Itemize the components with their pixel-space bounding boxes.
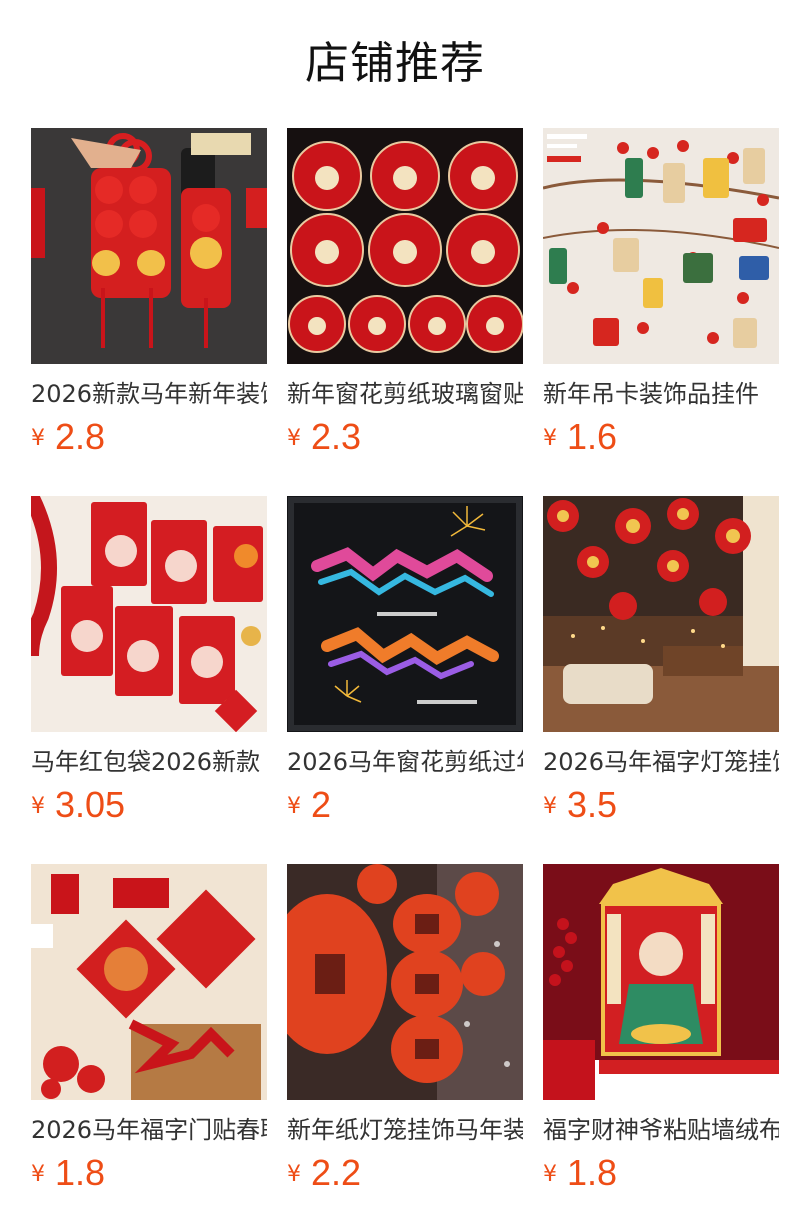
window-flower-stickers-photo bbox=[287, 128, 523, 364]
currency-symbol: ¥ bbox=[31, 794, 45, 819]
hanging-fu-ornament-photo bbox=[31, 128, 267, 364]
product-price: ¥2.2 bbox=[287, 1153, 361, 1193]
product-card[interactable]: 2026新款马年新年装饰挂件 ¥2.8 bbox=[31, 128, 267, 468]
product-card[interactable]: 2026马年福字灯笼挂饰 ¥3.5 bbox=[543, 496, 779, 836]
product-name[interactable]: 福字财神爷粘贴墙绒布 bbox=[543, 1114, 779, 1146]
fu-door-stickers-photo bbox=[31, 864, 267, 1100]
product-name[interactable]: 新年纸灯笼挂饰马年装饰 bbox=[287, 1114, 523, 1146]
paper-lanterns-photo bbox=[287, 864, 523, 1100]
product-image[interactable] bbox=[287, 864, 523, 1100]
product-name[interactable]: 马年红包袋2026新款 bbox=[31, 746, 267, 778]
product-image[interactable] bbox=[31, 496, 267, 732]
window-lettering-sticker-photo bbox=[287, 496, 523, 732]
product-name[interactable]: 2026马年福字灯笼挂饰 bbox=[543, 746, 779, 778]
god-of-wealth-sticker-photo bbox=[543, 864, 779, 1100]
currency-symbol: ¥ bbox=[543, 1162, 557, 1187]
product-image[interactable] bbox=[31, 864, 267, 1100]
price-amount: 2.8 bbox=[55, 416, 106, 457]
product-card[interactable]: 2026马年福字门贴春联 ¥1.8 bbox=[31, 864, 267, 1204]
product-card[interactable]: 新年吊卡装饰品挂件 ¥1.6 bbox=[543, 128, 779, 468]
product-name[interactable]: 新年吊卡装饰品挂件 bbox=[543, 378, 779, 410]
price-amount: 1.8 bbox=[567, 1152, 618, 1193]
product-card[interactable]: 福字财神爷粘贴墙绒布 ¥1.8 bbox=[543, 864, 779, 1204]
product-image[interactable] bbox=[543, 128, 779, 364]
price-amount: 3.05 bbox=[55, 784, 126, 825]
currency-symbol: ¥ bbox=[287, 426, 301, 451]
product-price: ¥1.6 bbox=[543, 417, 617, 457]
currency-symbol: ¥ bbox=[31, 426, 45, 451]
product-image[interactable] bbox=[287, 496, 523, 732]
product-card[interactable]: 2026马年窗花剪纸过年 ¥2 bbox=[287, 496, 523, 836]
product-name[interactable]: 新年窗花剪纸玻璃窗贴 bbox=[287, 378, 523, 410]
product-image[interactable] bbox=[31, 128, 267, 364]
product-card[interactable]: 新年纸灯笼挂饰马年装饰 ¥2.2 bbox=[287, 864, 523, 1204]
product-price: ¥2.8 bbox=[31, 417, 105, 457]
price-amount: 2.2 bbox=[311, 1152, 362, 1193]
product-name[interactable]: 2026新款马年新年装饰挂件 bbox=[31, 378, 267, 410]
product-name[interactable]: 2026马年福字门贴春联 bbox=[31, 1114, 267, 1146]
currency-symbol: ¥ bbox=[287, 1162, 301, 1187]
currency-symbol: ¥ bbox=[543, 426, 557, 451]
product-grid: 2026新款马年新年装饰挂件 ¥2.8 bbox=[0, 0, 790, 1232]
product-card[interactable]: 马年红包袋2026新款 ¥3.05 bbox=[31, 496, 267, 836]
product-price: ¥1.8 bbox=[543, 1153, 617, 1193]
price-amount: 1.8 bbox=[55, 1152, 106, 1193]
product-price: ¥1.8 bbox=[31, 1153, 105, 1193]
product-image[interactable] bbox=[543, 864, 779, 1100]
product-price: ¥3.5 bbox=[543, 785, 617, 825]
red-envelopes-photo bbox=[31, 496, 267, 732]
fu-lanterns-room-photo bbox=[543, 496, 779, 732]
currency-symbol: ¥ bbox=[543, 794, 557, 819]
product-price: ¥3.05 bbox=[31, 785, 125, 825]
product-price: ¥2 bbox=[287, 785, 331, 825]
currency-symbol: ¥ bbox=[31, 1162, 45, 1187]
price-amount: 3.5 bbox=[567, 784, 618, 825]
product-image[interactable] bbox=[287, 128, 523, 364]
price-amount: 2.3 bbox=[311, 416, 362, 457]
product-price: ¥2.3 bbox=[287, 417, 361, 457]
product-card[interactable]: 新年窗花剪纸玻璃窗贴 ¥2.3 bbox=[287, 128, 523, 468]
price-amount: 2 bbox=[311, 784, 332, 825]
currency-symbol: ¥ bbox=[287, 794, 301, 819]
product-name[interactable]: 2026马年窗花剪纸过年 bbox=[287, 746, 523, 778]
hanging-cards-tree-photo bbox=[543, 128, 779, 364]
price-amount: 1.6 bbox=[567, 416, 618, 457]
product-image[interactable] bbox=[543, 496, 779, 732]
